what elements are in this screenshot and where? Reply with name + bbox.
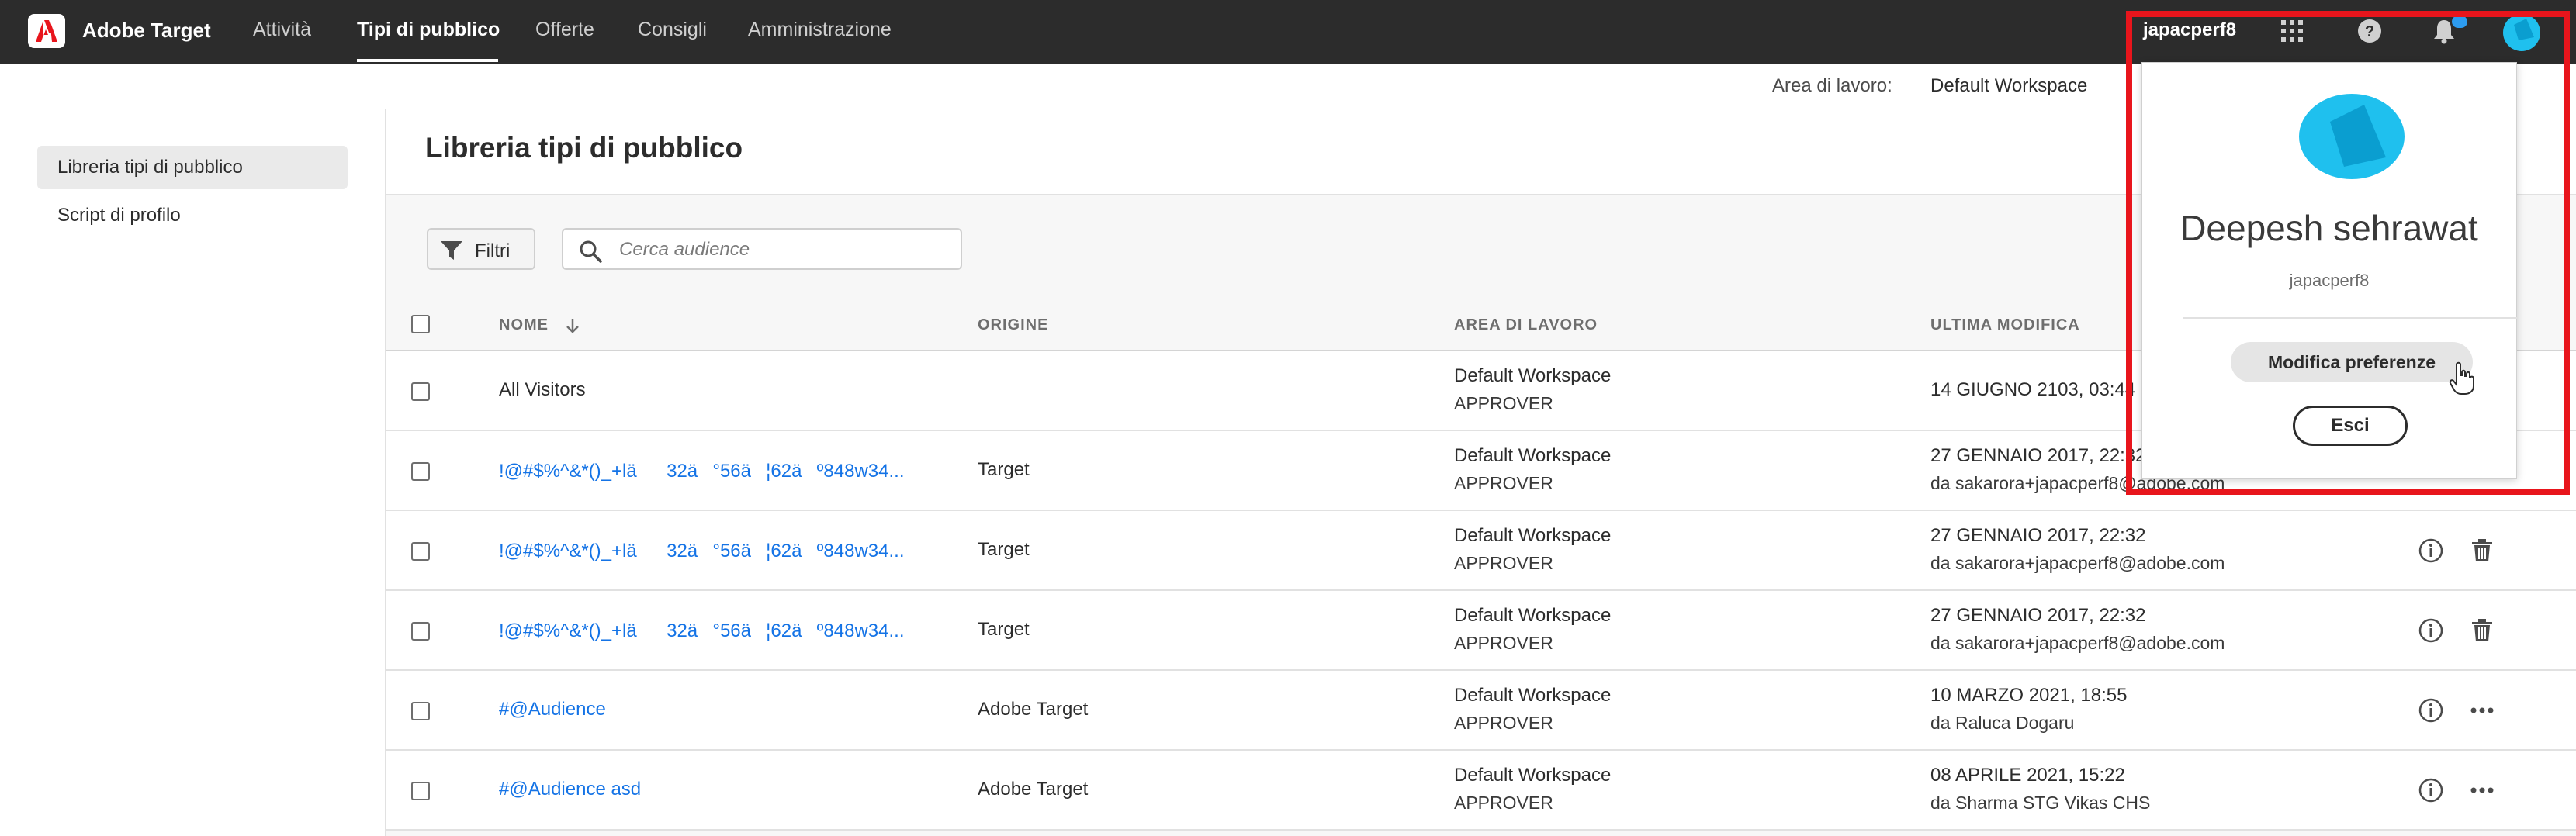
info-icon[interactable] [2418, 777, 2444, 803]
search-input[interactable] [618, 237, 947, 263]
delete-icon[interactable] [2469, 537, 2495, 564]
table-row[interactable]: #@Audience Adobe Target Default Workspac… [386, 671, 2576, 751]
audience-workspace: Default Workspace [1454, 365, 1612, 386]
info-icon[interactable] [2418, 697, 2444, 724]
audience-name[interactable]: All Visitors [499, 379, 586, 401]
nav-item-administration[interactable]: Amministrazione [748, 19, 892, 41]
app-name[interactable]: Adobe Target [82, 19, 211, 43]
audience-origin: Adobe Target [978, 779, 1089, 800]
nav-item-activities[interactable]: Attività [253, 19, 311, 41]
audience-modified-by: da Raluca Dogaru [1930, 713, 2075, 733]
audience-role: APPROVER [1454, 553, 1553, 573]
audience-name-link[interactable]: #@Audience [499, 699, 606, 720]
page-title: Libreria tipi di pubblico [425, 132, 743, 164]
more-actions-icon[interactable] [2469, 697, 2495, 724]
audience-modified-date: 14 GIUGNO 2103, 03:44 [1930, 379, 2136, 400]
row-checkbox[interactable] [411, 622, 430, 641]
active-nav-indicator [357, 59, 498, 62]
audience-name-link[interactable]: #@Audience asd [499, 779, 641, 800]
audience-workspace: Default Workspace [1454, 525, 1612, 546]
audience-modified-date: 27 GENNAIO 2017, 22:32 [1930, 525, 2146, 546]
audience-role: APPROVER [1454, 713, 1553, 733]
sidebar-item-audience-library[interactable]: Libreria tipi di pubblico [37, 146, 348, 189]
info-icon[interactable] [2418, 537, 2444, 564]
search-field[interactable] [562, 228, 962, 270]
row-checkbox[interactable] [411, 702, 430, 720]
audience-workspace: Default Workspace [1454, 765, 1612, 786]
audience-modified-date: 08 APRILE 2021, 15:22 [1930, 765, 2125, 786]
audience-name-link[interactable]: !@#$%^&*()_+lä32ä°56ä¦62äº848w34... [499, 619, 905, 643]
audience-origin: Target [978, 459, 1030, 480]
audience-workspace: Default Workspace [1454, 685, 1612, 706]
audience-modified-date: 10 MARZO 2021, 18:55 [1930, 685, 2128, 706]
audience-role: APPROVER [1454, 793, 1553, 813]
filter-button[interactable]: Filtri [427, 228, 535, 270]
filter-button-label: Filtri [475, 240, 511, 261]
select-all-checkbox[interactable] [411, 315, 430, 333]
audience-role: APPROVER [1454, 393, 1553, 413]
row-checkbox[interactable] [411, 382, 430, 401]
nav-item-offers[interactable]: Offerte [535, 19, 594, 41]
audience-name-link[interactable]: !@#$%^&*()_+lä32ä°56ä¦62äº848w34... [499, 459, 905, 483]
audience-workspace: Default Workspace [1454, 445, 1612, 466]
column-header-workspace[interactable]: AREA DI LAVORO [1454, 316, 1598, 334]
search-icon [580, 240, 602, 263]
row-checkbox[interactable] [411, 782, 430, 800]
workspace-selector[interactable]: Default Workspace [1930, 75, 2087, 97]
sort-descending-icon[interactable] [565, 317, 580, 334]
column-header-last-modified[interactable]: ULTIMA MODIFICA [1930, 316, 2080, 334]
audience-role: APPROVER [1454, 633, 1553, 653]
audience-modified-date: 27 GENNAIO 2017, 22:32 [1930, 445, 2146, 466]
table-row[interactable]: !@#$%^&*()_+lä32ä°56ä¦62äº848w34...… [386, 511, 2576, 591]
audience-origin: Target [978, 619, 1030, 640]
table-row[interactable]: !@#$%^&*()_+lä32ä°56ä¦62äº848w34...… [386, 591, 2576, 671]
sidebar-item-profile-scripts[interactable]: Script di profilo [37, 194, 348, 237]
audience-modified-date: 27 GENNAIO 2017, 22:32 [1930, 605, 2146, 626]
audience-origin: Adobe Target [978, 699, 1089, 720]
audience-modified-by: da sakarora+japacperf8@adobe.com [1930, 633, 2225, 653]
delete-icon[interactable] [2469, 617, 2495, 644]
audience-workspace: Default Workspace [1454, 605, 1612, 626]
highlight-box [2126, 11, 2570, 495]
adobe-logo-icon[interactable] [28, 14, 65, 48]
row-checkbox[interactable] [411, 462, 430, 481]
column-header-name[interactable]: NOME [499, 316, 580, 334]
audience-modified-by: da sakarora+japacperf8@adobe.com [1930, 553, 2225, 573]
table-row[interactable]: #@Audience asd Adobe Target Default Work… [386, 751, 2576, 831]
filter-icon [441, 241, 462, 260]
more-actions-icon[interactable] [2469, 777, 2495, 803]
audience-role: APPROVER [1454, 473, 1553, 493]
audience-modified-by: da Sharma STG Vikas CHS [1930, 793, 2151, 813]
nav-item-recommendations[interactable]: Consigli [638, 19, 707, 41]
info-icon[interactable] [2418, 617, 2444, 644]
nav-item-audiences[interactable]: Tipi di pubblico [357, 19, 500, 41]
row-checkbox[interactable] [411, 542, 430, 561]
workspace-label: Area di lavoro: [1772, 75, 1892, 96]
sidebar: Libreria tipi di pubblico Script di prof… [0, 109, 386, 836]
column-header-origin[interactable]: ORIGINE [978, 316, 1048, 334]
audience-origin: Target [978, 539, 1030, 560]
column-header-name-label: NOME [499, 316, 549, 333]
audience-name-link[interactable]: !@#$%^&*()_+lä32ä°56ä¦62äº848w34... [499, 539, 905, 563]
